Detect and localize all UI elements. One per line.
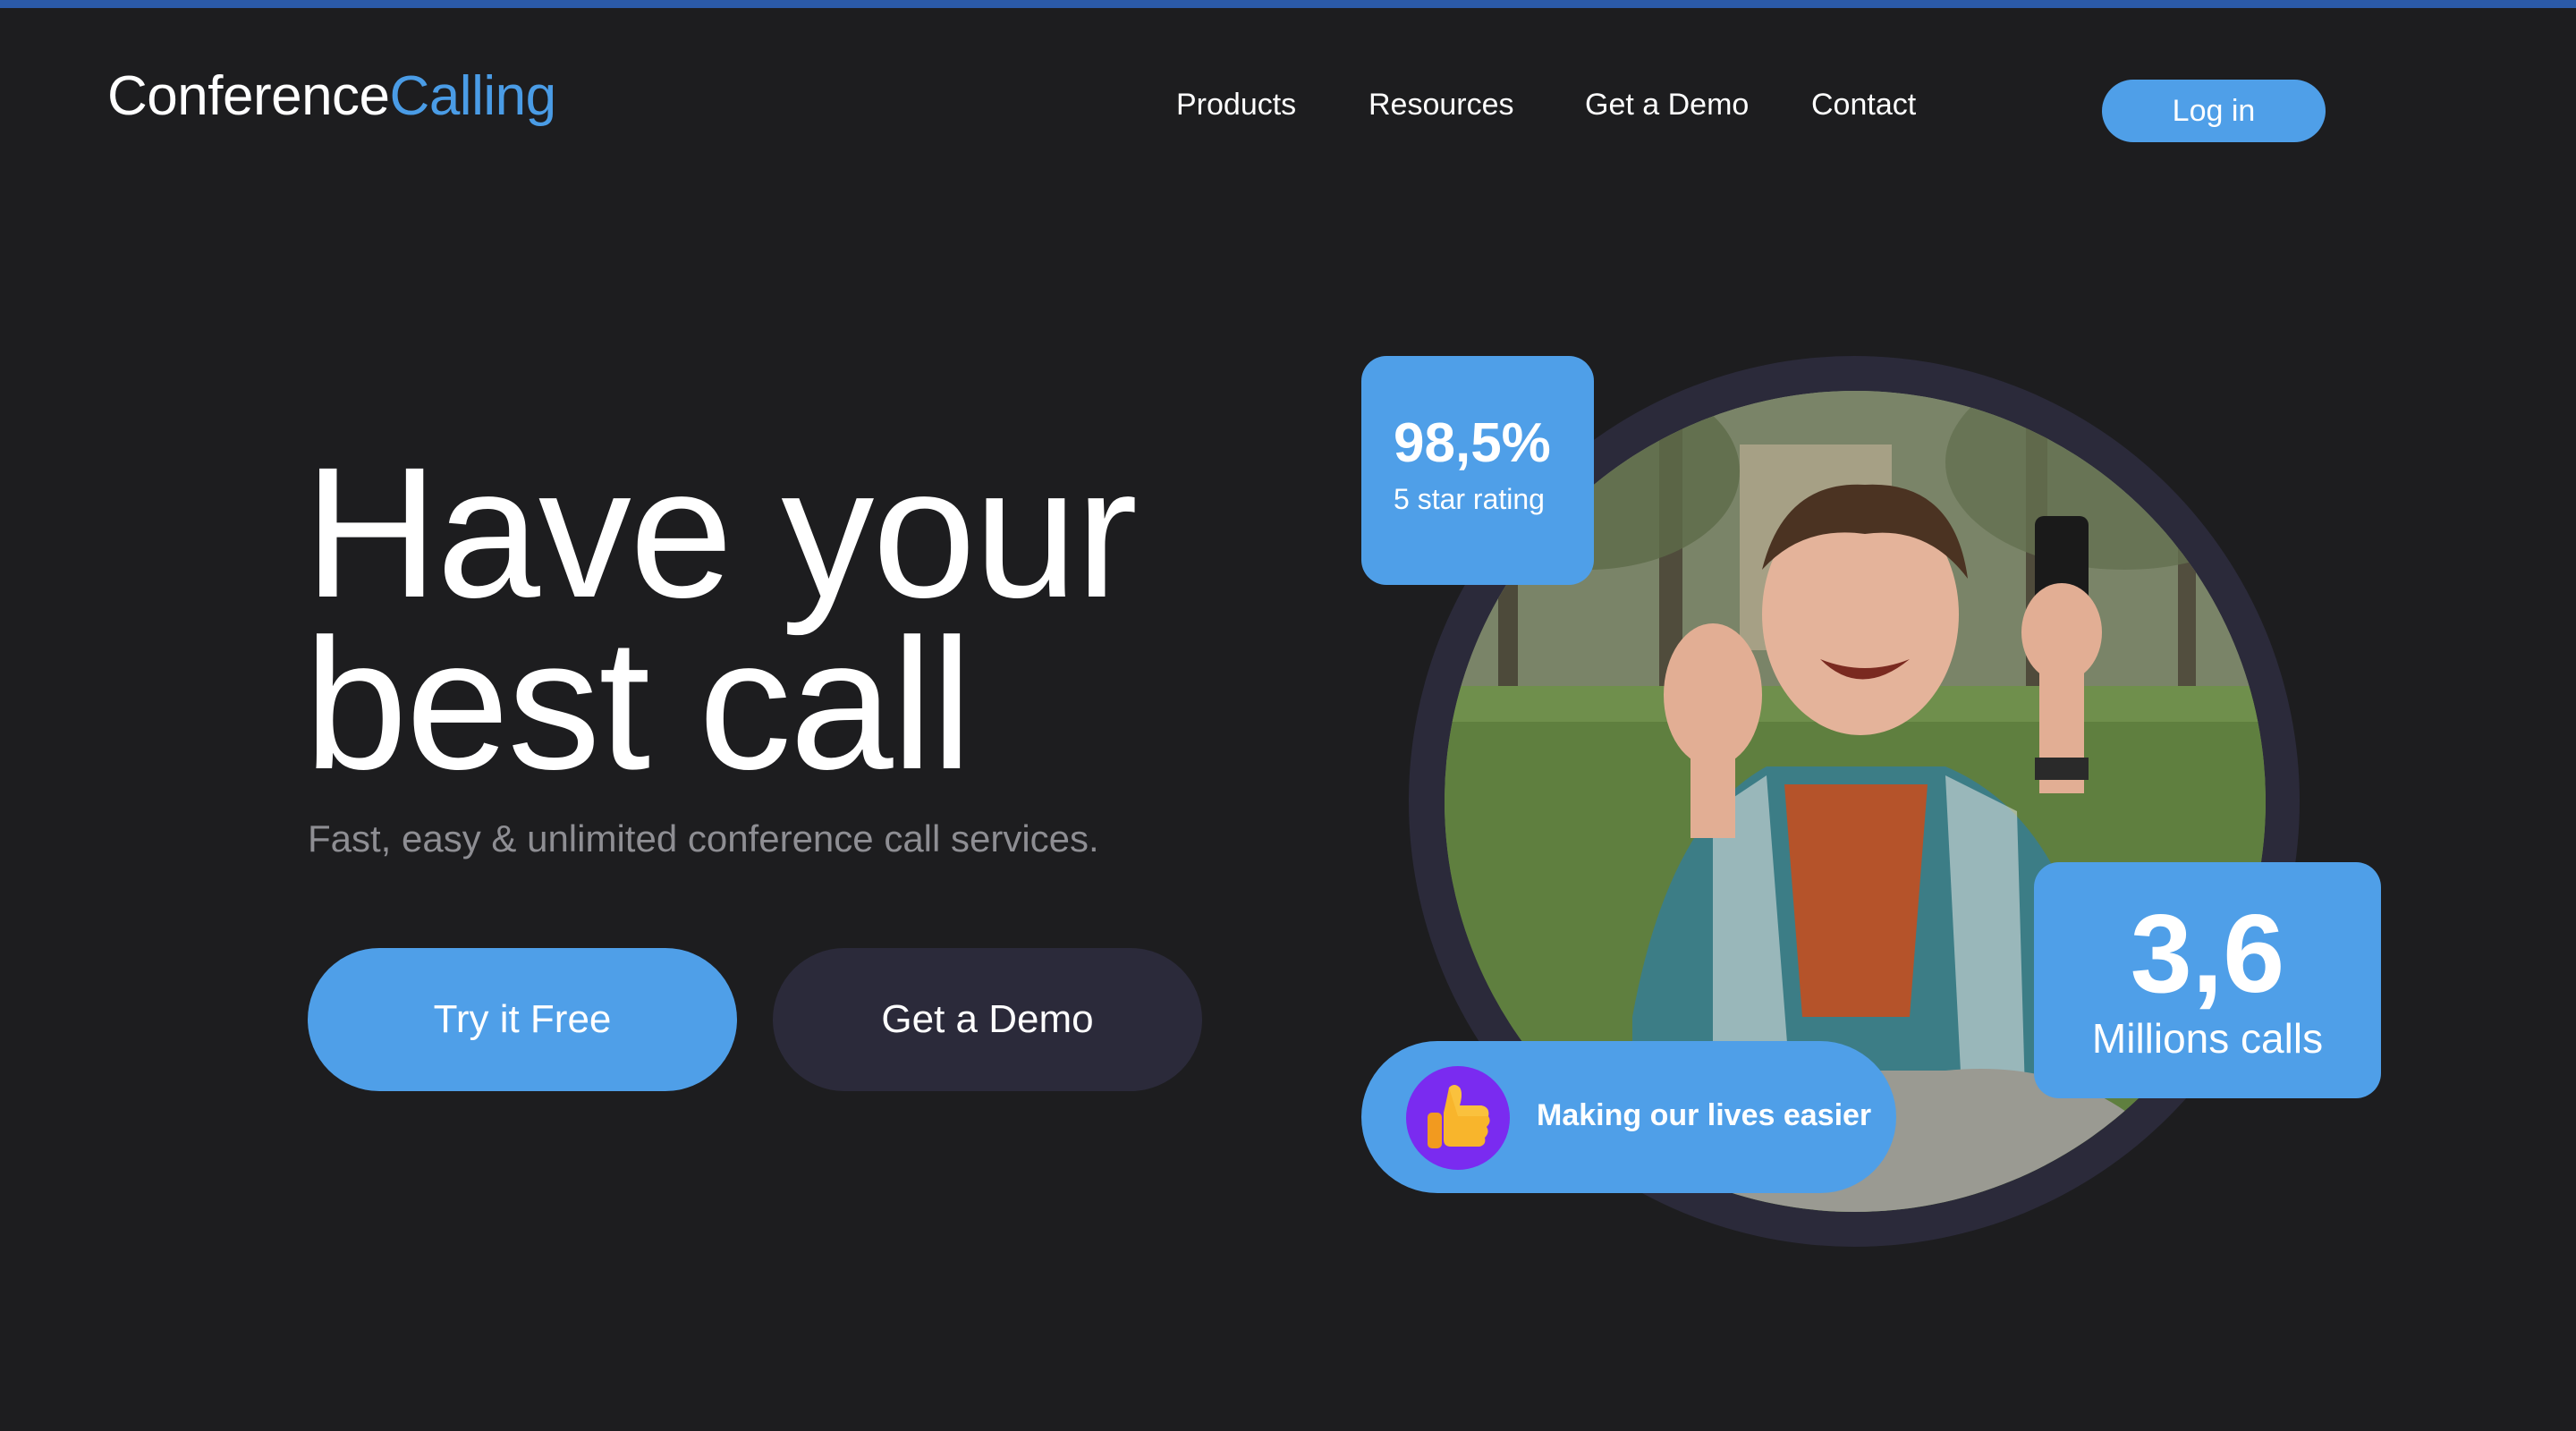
hero-headline: Have your best call — [304, 429, 1138, 809]
calls-value: 3,6 — [2130, 893, 2285, 1016]
try-it-free-button[interactable]: Try it Free — [308, 948, 737, 1091]
brand-name-part2: Calling — [389, 65, 557, 127]
hero-subheadline: Fast, easy & unlimited conference call s… — [308, 817, 1099, 859]
top-accent-bar — [0, 0, 2576, 8]
nav-item-get-a-demo[interactable]: Get a Demo — [1585, 88, 1749, 123]
thumbs-up-icon — [1406, 1066, 1510, 1170]
rating-label: 5 star rating — [1394, 483, 1545, 515]
calls-card: 3,6 Millions calls — [2034, 862, 2381, 1098]
landing-page: ConferenceCalling Products Resources Get… — [0, 0, 2576, 1431]
nav-item-resources[interactable]: Resources — [1368, 88, 1514, 123]
calls-label: Millions calls — [2091, 1015, 2324, 1062]
testimonial-pill: Making our lives easier — [1361, 1041, 1896, 1193]
brand-name-part1: Conference — [107, 65, 390, 127]
brand-logo[interactable]: ConferenceCalling — [107, 64, 556, 128]
rating-card: 98,5% 5 star rating — [1361, 356, 1594, 585]
hero-headline-line2: best call — [304, 601, 972, 809]
rating-value: 98,5% — [1394, 412, 1551, 474]
login-button[interactable]: Log in — [2102, 80, 2326, 142]
nav-item-contact[interactable]: Contact — [1811, 88, 1916, 123]
pill-text: Making our lives easier — [1537, 1098, 1872, 1132]
hero-headline-line1: Have your — [304, 429, 1138, 637]
nav-item-products[interactable]: Products — [1176, 88, 1296, 123]
get-a-demo-button[interactable]: Get a Demo — [773, 948, 1202, 1091]
